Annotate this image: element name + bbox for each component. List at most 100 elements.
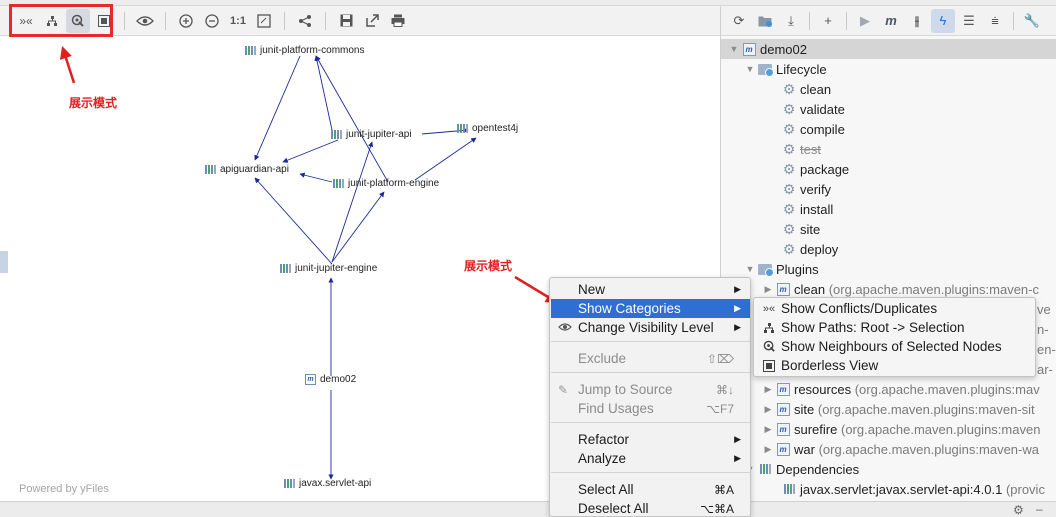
submenu-arrow-icon: ▶ [734, 322, 741, 332]
tree-item-peek: n- [1037, 321, 1049, 337]
submenu-item-show-conflicts[interactable]: »« Show Conflicts/Duplicates [755, 299, 937, 318]
gear-icon: ⚙ [782, 201, 796, 217]
status-bar: ⚙ – [0, 501, 1056, 517]
skip-tests-icon[interactable]: ϟ [931, 8, 955, 33]
submenu-arrow-icon: ▶ [734, 284, 741, 294]
menu-separator [551, 472, 750, 473]
maven-plugin-icon: m [776, 442, 790, 456]
context-menu: New ▶ Show Categories ▶ Change Visibility … [549, 277, 751, 517]
add-icon[interactable]: + [816, 9, 840, 33]
tree-item-lifecycle[interactable]: ▼ Lifecycle [721, 59, 827, 79]
tree-item-clean[interactable]: ⚙ clean [721, 79, 831, 99]
expand-arrow-icon[interactable]: ▼ [743, 264, 757, 274]
tree-item-install[interactable]: ⚙ install [721, 199, 834, 219]
tree-item-validate[interactable]: ⚙ validate [721, 99, 845, 119]
menu-item-analyze[interactable]: Analyze ▶ [551, 449, 750, 468]
toolbar-separator [809, 11, 810, 30]
gear-icon: ⚙ [782, 81, 796, 97]
gear-icon: ⚙ [782, 161, 796, 177]
add-folder-icon[interactable] [753, 9, 777, 33]
minimize-icon[interactable]: – [1036, 502, 1043, 516]
collapse-arrow-icon[interactable]: ▶ [761, 424, 775, 435]
toolbar-separator [1013, 11, 1014, 30]
collapse-arrow-icon[interactable]: ▶ [761, 444, 775, 455]
execute-goal-icon[interactable]: m [879, 9, 903, 33]
menu-separator [551, 372, 750, 373]
gear-icon: ⚙ [782, 121, 796, 137]
menu-item-exclude[interactable]: Exclude ⇧⌦ [551, 349, 750, 368]
tree-item-plugin-site[interactable]: ▶ m site (org.apache.maven.plugins:maven… [721, 399, 1035, 419]
tree-item-plugin-resources[interactable]: ▶ m resources (org.apache.maven.plugins:… [721, 379, 1040, 399]
maven-toolbar: ⟳ ⤓ + ▶ m ⫲ ϟ ☰ ⩧ 🔧 [721, 6, 1056, 36]
expand-arrow-icon[interactable]: ▼ [743, 64, 757, 74]
annotation-label-menu: 展示模式 [464, 259, 513, 273]
menu-item-select-all[interactable]: Select All ⌘A [551, 480, 750, 499]
maven-plugin-icon: m [776, 422, 790, 436]
wrench-icon[interactable]: 🔧 [1020, 9, 1044, 33]
menu-item-find-usages[interactable]: Find Usages ⌥F7 [551, 399, 750, 418]
maven-plugin-icon: m [776, 382, 790, 396]
menu-item-refactor[interactable]: Refactor ▶ [551, 430, 750, 449]
maven-tool-window: ⟳ ⤓ + ▶ m ⫲ ϟ ☰ ⩧ 🔧 ▼ m demo02 ▼ Lifecyc… [720, 6, 1056, 501]
tree-item-peek: ve [1037, 301, 1051, 317]
collapse-arrow-icon[interactable]: ▶ [761, 404, 775, 415]
eye-icon [558, 321, 572, 335]
gear-icon: ⚙ [782, 101, 796, 117]
pencil-icon: ✎ [558, 382, 569, 397]
submenu-item-show-neighbours[interactable]: Show Neighbours of Selected Nodes [755, 337, 1002, 356]
conflicts-icon: »« [762, 302, 776, 315]
settings-gear-icon[interactable]: ⚙ [1013, 503, 1024, 517]
maven-module-icon: m [742, 42, 756, 56]
borderless-icon [762, 359, 776, 373]
tree-item-site[interactable]: ⚙ site [721, 219, 821, 239]
gear-icon: ⚙ [782, 221, 796, 237]
tree-item-peek: en- [1037, 341, 1056, 357]
dependencies-icon [759, 464, 771, 474]
paths-icon [762, 321, 776, 335]
submenu-item-show-paths[interactable]: Show Paths: Root -> Selection [755, 318, 964, 337]
gear-icon: ⚙ [782, 141, 796, 157]
expand-arrow-icon[interactable]: ▼ [727, 44, 741, 54]
menu-item-jump-to-source[interactable]: ✎ Jump to Source ⌘↓ [551, 380, 750, 399]
lifecycle-folder-icon [758, 63, 774, 77]
tree-item-compile[interactable]: ⚙ compile [721, 119, 845, 139]
expand-all-icon[interactable]: ☰ [957, 9, 981, 33]
tree-item-peek: ar- [1037, 361, 1053, 377]
tree-item-deploy[interactable]: ⚙ deploy [721, 239, 839, 259]
jar-icon [783, 484, 795, 494]
tree-item-plugin-surefire[interactable]: ▶ m surefire (org.apache.maven.plugins:m… [721, 419, 1041, 439]
maven-plugin-icon: m [776, 282, 790, 296]
toggle-offline-icon[interactable]: ⫲ [905, 9, 929, 33]
collapse-arrow-icon[interactable]: ▶ [761, 284, 775, 295]
neighbours-icon [762, 340, 776, 354]
download-icon[interactable]: ⤓ [779, 9, 803, 33]
submenu-arrow-icon: ▶ [734, 303, 741, 313]
gear-icon: ⚙ [782, 181, 796, 197]
tree-item-demo02[interactable]: ▼ m demo02 [721, 39, 1056, 59]
annotation-label-toolbar: 展示模式 [69, 96, 118, 110]
collapse-all-icon[interactable]: ⩧ [983, 9, 1007, 33]
gear-icon: ⚙ [782, 241, 796, 257]
tree-item-plugin-war[interactable]: ▶ m war (org.apache.maven.plugins:maven-… [721, 439, 1039, 459]
maven-plugin-icon: m [776, 402, 790, 416]
plugins-folder-icon [758, 263, 774, 277]
submenu-arrow-icon: ▶ [734, 453, 741, 463]
menu-item-new[interactable]: New ▶ [551, 280, 750, 299]
menu-item-deselect-all[interactable]: Deselect All ⌥⌘A [551, 499, 750, 517]
menu-separator [551, 422, 750, 423]
tree-item-dependency-servlet[interactable]: javax.servlet:javax.servlet-api:4.0.1 (p… [721, 479, 1045, 499]
show-categories-submenu: »« Show Conflicts/Duplicates Show Paths:… [753, 297, 1036, 377]
collapse-arrow-icon[interactable]: ▶ [761, 384, 775, 395]
tree-item-package[interactable]: ⚙ package [721, 159, 849, 179]
run-icon[interactable]: ▶ [853, 9, 877, 33]
submenu-arrow-icon: ▶ [734, 434, 741, 444]
toolbar-separator [846, 11, 847, 30]
reload-icon[interactable]: ⟳ [727, 9, 751, 33]
tree-item-plugins[interactable]: ▼ Plugins [721, 259, 819, 279]
menu-item-show-categories[interactable]: Show Categories ▶ [551, 299, 750, 318]
tree-item-verify[interactable]: ⚙ verify [721, 179, 831, 199]
tree-item-plugin-clean[interactable]: ▶ m clean (org.apache.maven.plugins:mave… [721, 279, 1039, 299]
menu-item-change-visibility[interactable]: Change Visibility Level ▶ [551, 318, 750, 337]
tree-item-test[interactable]: ⚙ test [721, 139, 821, 159]
submenu-item-borderless-view[interactable]: Borderless View [755, 356, 878, 375]
